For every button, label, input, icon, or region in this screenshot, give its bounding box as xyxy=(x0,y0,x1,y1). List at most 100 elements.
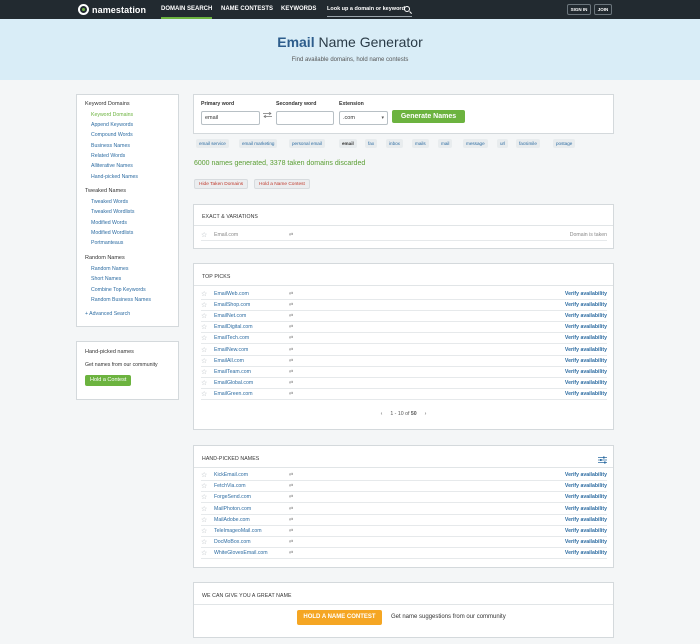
star-outline-icon[interactable]: ☆ xyxy=(201,358,208,365)
domain-name[interactable]: MailPhoton.com xyxy=(214,506,251,512)
swap-arrows-icon[interactable]: ⇄ xyxy=(289,324,293,330)
sidebar-item-tweaked-wordlists[interactable]: Tweaked Wordlists xyxy=(91,209,134,215)
search-icon[interactable] xyxy=(404,6,410,12)
domain-name[interactable]: KickEmail.com xyxy=(214,472,248,478)
domain-name[interactable]: DocMoBox.com xyxy=(214,539,251,545)
swap-arrows-icon[interactable]: ⇄ xyxy=(289,517,293,523)
swap-arrows-icon[interactable]: ⇄ xyxy=(289,358,293,364)
nav-keywords[interactable]: KEYWORDS xyxy=(281,0,316,19)
verify-availability-link[interactable]: Verify availability xyxy=(565,517,607,523)
advanced-search-link[interactable]: + Advanced Search xyxy=(85,311,130,317)
star-outline-icon[interactable]: ☆ xyxy=(201,494,208,501)
swap-arrows-icon[interactable]: ⇄ xyxy=(289,232,293,238)
domain-name[interactable]: EmailNet.com xyxy=(214,313,246,319)
swap-arrows-icon[interactable]: ⇄ xyxy=(289,302,293,308)
domain-name[interactable]: EmailShop.com xyxy=(214,302,250,308)
verify-availability-link[interactable]: Verify availability xyxy=(565,347,607,353)
star-outline-icon[interactable]: ☆ xyxy=(201,391,208,398)
chip-url[interactable]: url xyxy=(497,139,509,148)
verify-availability-link[interactable]: Verify availability xyxy=(565,506,607,512)
verify-availability-link[interactable]: Verify availability xyxy=(565,550,607,556)
swap-arrows-icon[interactable]: ⇄ xyxy=(289,472,293,478)
verify-availability-link[interactable]: Verify availability xyxy=(565,335,607,341)
star-outline-icon[interactable]: ☆ xyxy=(201,347,208,354)
star-outline-icon[interactable]: ☆ xyxy=(201,369,208,376)
chip-inbox[interactable]: inbox xyxy=(386,139,403,148)
swap-arrows-icon[interactable] xyxy=(263,112,272,118)
domain-name[interactable]: EmailGreen.com xyxy=(214,391,253,397)
verify-availability-link[interactable]: Verify availability xyxy=(565,291,607,297)
sidebar-item-tweaked-words[interactable]: Tweaked Words xyxy=(91,199,128,205)
star-outline-icon[interactable]: ☆ xyxy=(201,335,208,342)
star-outline-icon[interactable]: ☆ xyxy=(201,380,208,387)
verify-availability-link[interactable]: Verify availability xyxy=(565,369,607,375)
verify-availability-link[interactable]: Verify availability xyxy=(565,528,607,534)
verify-availability-link[interactable]: Verify availability xyxy=(565,391,607,397)
swap-arrows-icon[interactable]: ⇄ xyxy=(289,528,293,534)
chip-personal-email[interactable]: personal email xyxy=(289,139,325,148)
verify-availability-link[interactable]: Verify availability xyxy=(565,358,607,364)
lookup-search-input[interactable]: Look up a domain or keyword xyxy=(327,2,412,17)
verify-availability-link[interactable]: Verify availability xyxy=(565,494,607,500)
domain-name[interactable]: EmailWeb.com xyxy=(214,291,249,297)
chip-email[interactable]: email xyxy=(339,139,357,148)
sign-in-button[interactable]: SIGN IN xyxy=(567,4,591,15)
star-outline-icon[interactable]: ☆ xyxy=(201,472,208,479)
chip-mails[interactable]: mails xyxy=(412,139,429,148)
sidebar-item-alliterative-names[interactable]: Alliterative Names xyxy=(91,163,133,169)
sidebar-item-append-keywords[interactable]: Append Keywords xyxy=(91,122,133,128)
domain-name[interactable]: TeleImageoMail.com xyxy=(214,528,262,534)
star-outline-icon[interactable]: ☆ xyxy=(201,539,208,546)
join-button[interactable]: JOIN xyxy=(594,4,612,15)
domain-name[interactable]: EmailNew.com xyxy=(214,347,248,353)
sidebar-item-random-names[interactable]: Random Names xyxy=(91,266,128,272)
domain-name[interactable]: WhiteGlovesEmail.com xyxy=(214,550,268,556)
chip-message[interactable]: message xyxy=(463,139,488,148)
swap-arrows-icon[interactable]: ⇄ xyxy=(289,506,293,512)
star-outline-icon[interactable]: ☆ xyxy=(201,313,208,320)
sidebar-item-modified-words[interactable]: Modified Words xyxy=(91,220,127,226)
star-outline-icon[interactable]: ☆ xyxy=(201,550,208,557)
swap-arrows-icon[interactable]: ⇄ xyxy=(289,494,293,500)
star-outline-icon[interactable]: ☆ xyxy=(201,517,208,524)
chip-email-service[interactable]: email service xyxy=(196,139,229,148)
chevron-right-icon[interactable]: › xyxy=(425,411,427,417)
domain-name[interactable]: EmailDigital.com xyxy=(214,324,253,330)
sidebar-item-random-business-names[interactable]: Random Business Names xyxy=(91,297,151,303)
swap-arrows-icon[interactable]: ⇄ xyxy=(289,483,293,489)
swap-arrows-icon[interactable]: ⇄ xyxy=(289,313,293,319)
sidebar-item-compound-words[interactable]: Compound Words xyxy=(91,132,133,138)
sidebar-item-business-names[interactable]: Business Names xyxy=(91,143,130,149)
swap-arrows-icon[interactable]: ⇄ xyxy=(289,347,293,353)
extension-select[interactable]: .com ▾ xyxy=(339,111,388,125)
swap-arrows-icon[interactable]: ⇄ xyxy=(289,391,293,397)
sidebar-item-related-words[interactable]: Related Words xyxy=(91,153,125,159)
hide-taken-button[interactable]: Hide Taken Domains xyxy=(194,179,249,189)
domain-name[interactable]: EmailTech.com xyxy=(214,335,249,341)
sliders-icon[interactable] xyxy=(598,456,607,464)
verify-availability-link[interactable]: Verify availability xyxy=(565,302,607,308)
swap-arrows-icon[interactable]: ⇄ xyxy=(289,335,293,341)
star-outline-icon[interactable]: ☆ xyxy=(201,302,208,309)
sidebar-item-short-names[interactable]: Short Names xyxy=(91,276,121,282)
chip-fax[interactable]: fax xyxy=(365,139,378,148)
nav-domain-search[interactable]: DOMAIN SEARCH xyxy=(161,0,213,19)
domain-name[interactable]: EmailTeam.com xyxy=(214,369,251,375)
hold-contest-button[interactable]: Hold a Contest xyxy=(85,375,132,386)
generate-names-button[interactable]: Generate Names xyxy=(392,110,465,123)
verify-availability-link[interactable]: Verify availability xyxy=(565,539,607,545)
swap-arrows-icon[interactable]: ⇄ xyxy=(289,380,293,386)
hold-name-contest-button[interactable]: Hold a Name Contest xyxy=(254,179,310,189)
swap-arrows-icon[interactable]: ⇄ xyxy=(289,291,293,297)
star-outline-icon[interactable]: ☆ xyxy=(201,232,208,239)
verify-availability-link[interactable]: Verify availability xyxy=(565,483,607,489)
star-outline-icon[interactable]: ☆ xyxy=(201,506,208,513)
verify-availability-link[interactable]: Verify availability xyxy=(565,324,607,330)
logo[interactable]: namestation xyxy=(78,3,146,16)
sidebar-item-modified-wordlists[interactable]: Modified Wordlists xyxy=(91,230,133,236)
chevron-left-icon[interactable]: ‹ xyxy=(381,411,383,417)
domain-name[interactable]: ForgeSend.com xyxy=(214,494,251,500)
sidebar-item-keyword-domains[interactable]: Keyword Domains xyxy=(91,112,133,118)
chip-postage[interactable]: postage xyxy=(553,139,576,148)
chip-email-marketing[interactable]: email marketing xyxy=(239,139,278,148)
